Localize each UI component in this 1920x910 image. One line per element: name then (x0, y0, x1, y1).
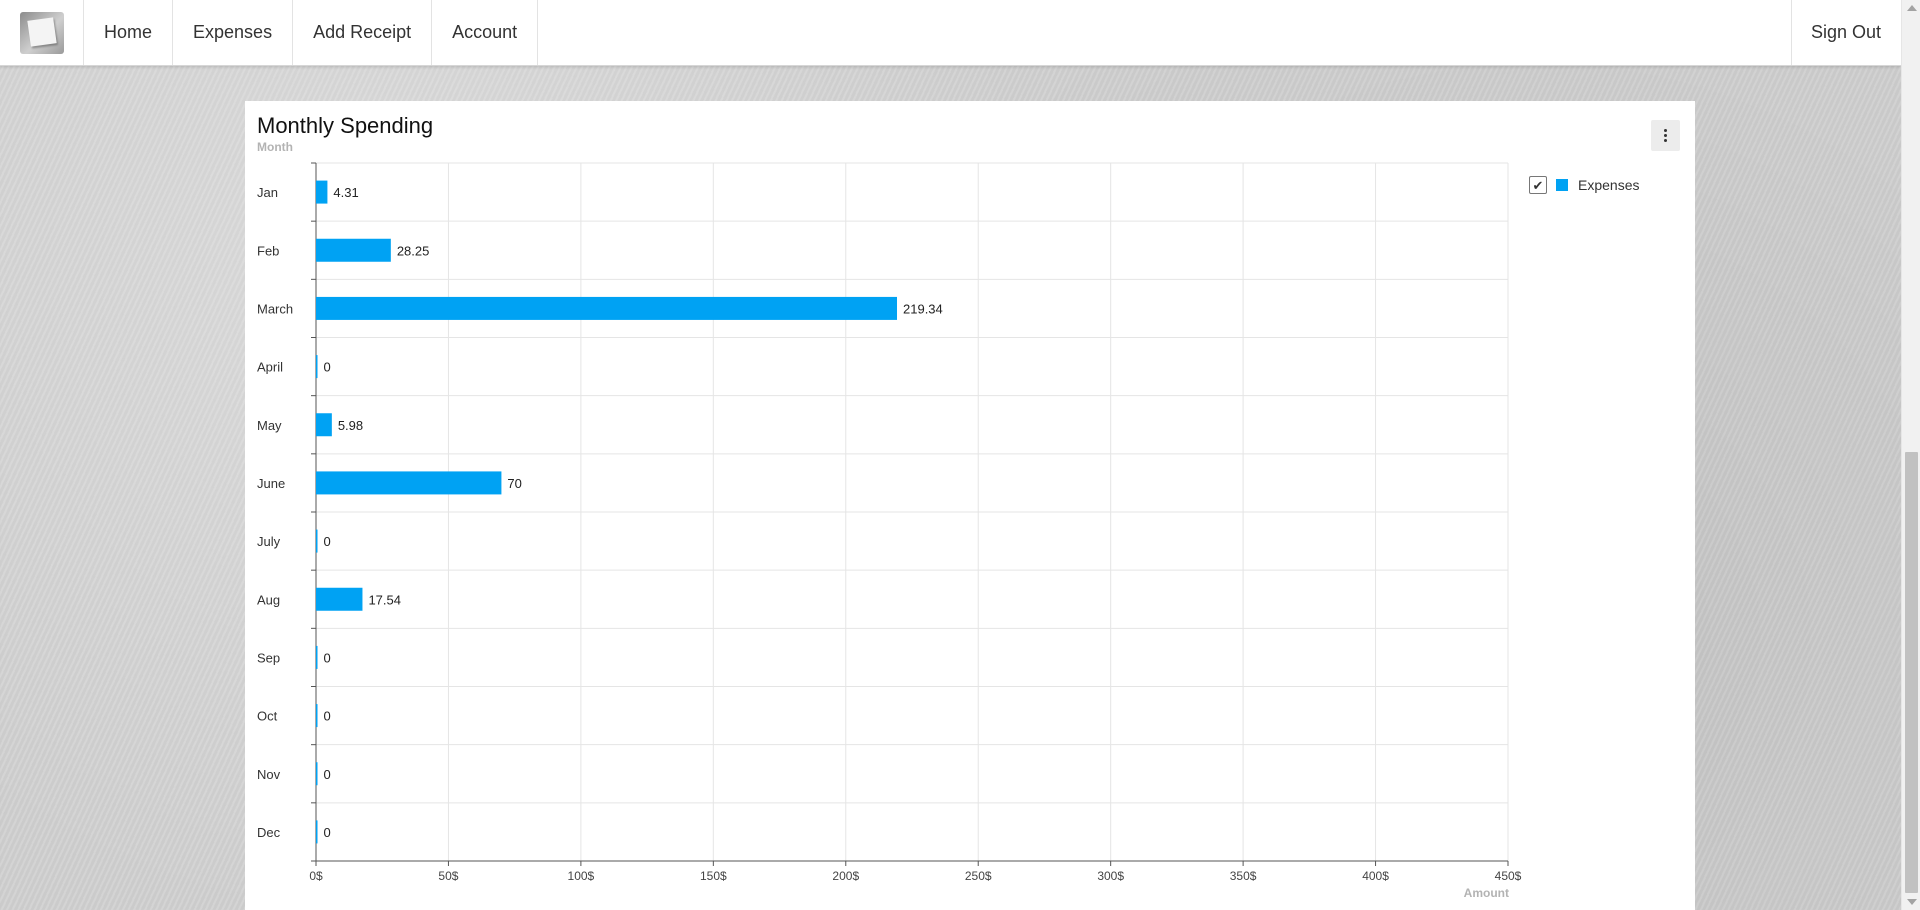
chart-card: Monthly Spending ✔ Expenses Month Jan 4.31… (245, 101, 1695, 910)
app-logo-icon (19, 11, 64, 54)
bar (316, 529, 318, 553)
x-tick-label: 0$ (309, 869, 323, 883)
bar-value-label: 0 (324, 825, 331, 840)
bar-value-label: 4.31 (333, 185, 358, 200)
bar-value-label: 28.25 (397, 243, 430, 258)
category-label: Jan (257, 185, 278, 200)
nav-add-receipt[interactable]: Add Receipt (293, 0, 433, 65)
bar-value-label: 17.54 (368, 592, 401, 607)
category-label: Oct (257, 709, 278, 724)
category-label: April (257, 360, 283, 375)
sign-out-button[interactable]: Sign Out (1790, 0, 1901, 65)
nav-home[interactable]: Home (84, 0, 174, 65)
x-tick-label: 100$ (568, 869, 595, 883)
scroll-down-icon[interactable] (1907, 899, 1917, 905)
category-label: Feb (257, 243, 279, 258)
category-label: March (257, 301, 293, 316)
category-label: Aug (257, 592, 280, 607)
bar-value-label: 0 (324, 650, 331, 665)
bar-value-label: 0 (324, 534, 331, 549)
bar (316, 355, 318, 379)
category-label: June (257, 476, 285, 491)
bar (316, 587, 363, 611)
x-tick-label: 300$ (1097, 869, 1124, 883)
x-tick-label: 250$ (965, 869, 992, 883)
x-tick-label: 200$ (832, 869, 859, 883)
x-tick-label: 50$ (438, 869, 458, 883)
bar-value-label: 219.34 (903, 301, 943, 316)
category-label: Sep (257, 650, 280, 665)
bar (316, 471, 502, 495)
x-tick-label: 350$ (1230, 869, 1257, 883)
category-label: July (257, 534, 281, 549)
bar (316, 645, 318, 669)
bar-chart: Month Jan 4.31 Feb 28.25 March 219.34 April 0 May… (257, 140, 1522, 900)
category-label: Dec (257, 825, 281, 840)
bar (316, 238, 391, 262)
bar-value-label: 0 (324, 360, 331, 375)
bar-value-label: 70 (507, 476, 521, 491)
scroll-up-icon[interactable] (1907, 5, 1917, 11)
x-tick-label: 400$ (1362, 869, 1389, 883)
category-label: May (257, 418, 282, 433)
top-navbar: Home Expenses Add Receipt Account Sign O… (0, 0, 1901, 66)
bar-value-label: 0 (324, 709, 331, 724)
bar (316, 704, 318, 728)
bar (316, 296, 898, 320)
nav-expenses[interactable]: Expenses (173, 0, 294, 65)
category-label: Nov (257, 767, 281, 782)
nav-account[interactable]: Account (432, 0, 539, 65)
y-axis-label: Month (257, 140, 293, 154)
brand-logo-link[interactable] (0, 0, 84, 65)
x-axis-label: Amount (1464, 886, 1509, 900)
bar (316, 413, 332, 437)
x-tick-label: 450$ (1495, 869, 1522, 883)
bar (316, 180, 328, 204)
bar-value-label: 0 (324, 767, 331, 782)
bar (316, 762, 318, 786)
bar-value-label: 5.98 (338, 418, 363, 433)
scroll-thumb[interactable] (1905, 452, 1918, 893)
page-scrollbar[interactable] (1901, 0, 1920, 910)
bar (316, 820, 318, 844)
x-tick-label: 150$ (700, 869, 727, 883)
